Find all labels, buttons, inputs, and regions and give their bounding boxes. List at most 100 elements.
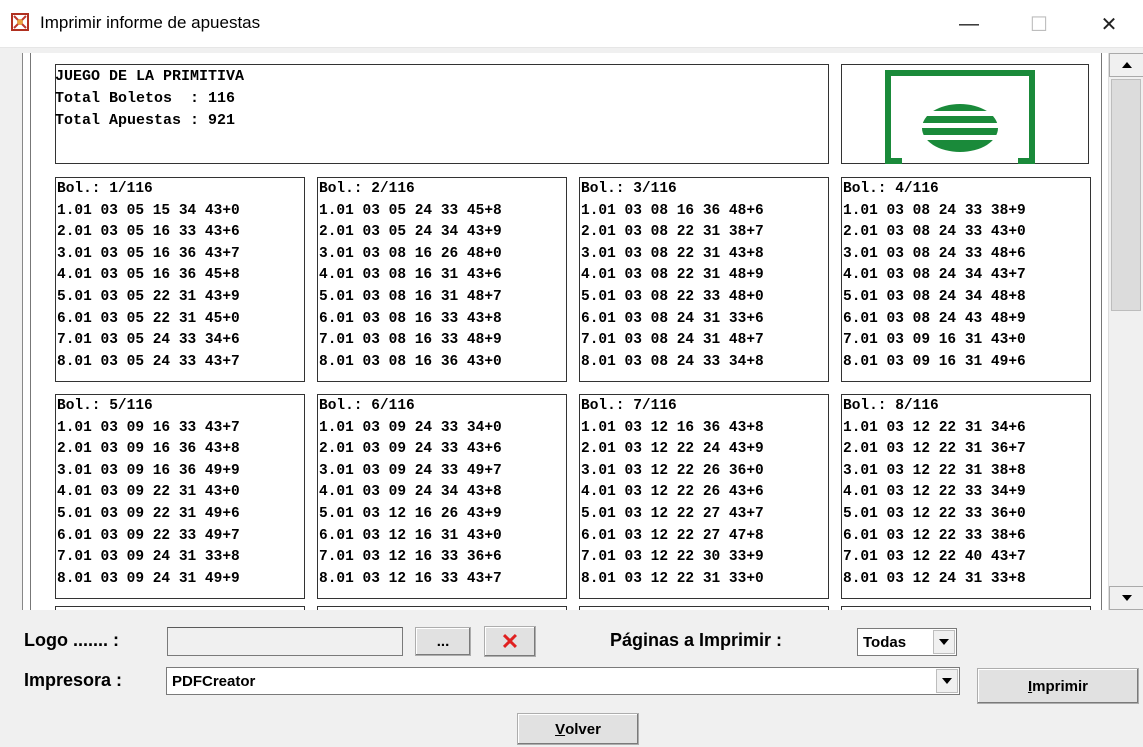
logo-path-input[interactable] bbox=[167, 627, 403, 656]
report-preview[interactable]: JUEGO DE LA PRIMITIVA Total Boletos : 11… bbox=[22, 53, 1142, 610]
apuesta-line: 2.01 03 12 22 24 43+9 bbox=[581, 441, 764, 458]
apuesta-line: 3.01 03 08 22 31 43+8 bbox=[581, 245, 764, 262]
apuesta-line: 1.01 03 12 22 31 34+6 bbox=[843, 419, 1026, 436]
apuesta-line: 1.01 03 12 16 36 43+8 bbox=[581, 419, 764, 436]
boleto-title: Bol.: 5/116 bbox=[57, 398, 153, 414]
apuesta-line: 7.01 03 12 22 30 33+9 bbox=[581, 549, 764, 566]
print-button[interactable]: Imprimir bbox=[977, 668, 1139, 704]
scroll-down-button[interactable] bbox=[1109, 586, 1143, 610]
apuesta-line: 1.01 03 09 24 33 34+0 bbox=[319, 419, 502, 436]
boleto-title: Bol.: 7/116 bbox=[581, 398, 677, 414]
boleto-title: Bol.: 6/116 bbox=[319, 398, 415, 414]
scrollbar-thumb[interactable] bbox=[1111, 79, 1141, 311]
apuesta-line: 5.01 03 12 16 26 43+9 bbox=[319, 505, 502, 522]
scroll-up-button[interactable] bbox=[1109, 53, 1143, 77]
apuesta-line: 1.01 03 08 16 36 48+6 bbox=[581, 202, 764, 219]
apuesta-line: 5.01 03 05 22 31 43+9 bbox=[57, 288, 240, 305]
apuesta-line: 2.01 03 05 24 34 43+9 bbox=[319, 224, 502, 241]
apuesta-line: 4.01 03 09 22 31 43+0 bbox=[57, 484, 240, 501]
print-options-panel: Logo ....... : ... ✕ Páginas a Imprimir … bbox=[0, 610, 1143, 747]
boleto-card: Bol.: 8/116 1.01 03 12 22 31 34+6 2.01 0… bbox=[841, 394, 1091, 599]
boleto-card: Bol.: 7/116 1.01 03 12 16 36 43+8 2.01 0… bbox=[579, 394, 829, 599]
boleto-card: Bol.: 2/116 1.01 03 05 24 33 45+8 2.01 0… bbox=[317, 177, 567, 382]
maximize-button[interactable]: ☐ bbox=[1010, 0, 1068, 48]
page-border-left bbox=[30, 53, 31, 610]
apuesta-line: 7.01 03 08 24 31 48+7 bbox=[581, 332, 764, 349]
apuesta-line: 6.01 03 05 22 31 45+0 bbox=[57, 310, 240, 327]
apuesta-line: 1.01 03 08 24 33 38+9 bbox=[843, 202, 1026, 219]
chevron-down-icon bbox=[933, 630, 955, 654]
apuesta-line: 7.01 03 08 16 33 48+9 bbox=[319, 332, 502, 349]
apuesta-line: 5.01 03 12 22 33 36+0 bbox=[843, 505, 1026, 522]
print-button-label: mprimir bbox=[1032, 677, 1089, 695]
apuesta-line: 4.01 03 09 24 34 43+8 bbox=[319, 484, 502, 501]
apuesta-line: 4.01 03 08 16 31 43+6 bbox=[319, 267, 502, 284]
printer-label: Impresora : bbox=[24, 670, 123, 690]
pages-select-value: Todas bbox=[863, 634, 907, 651]
apuesta-line: 7.01 03 12 16 33 36+6 bbox=[319, 549, 502, 566]
apuesta-line: 7.01 03 05 24 33 34+6 bbox=[57, 332, 240, 349]
boleto-card: Bol.: 5/116 1.01 03 09 16 33 43+7 2.01 0… bbox=[55, 394, 305, 599]
scroll-up-arrow-icon bbox=[1121, 62, 1132, 68]
apuesta-line: 3.01 03 12 22 31 38+8 bbox=[843, 462, 1026, 479]
header-line-total-boletos: Total Boletos : 116 bbox=[55, 90, 236, 107]
boleto-card: Bol.: 4/116 1.01 03 08 24 33 38+9 2.01 0… bbox=[841, 177, 1091, 382]
boleto-title: Bol.: 4/116 bbox=[843, 181, 939, 197]
logo-label: Logo ....... : bbox=[24, 630, 119, 650]
close-button[interactable]: ✕ bbox=[1080, 0, 1138, 48]
pages-select[interactable]: Todas bbox=[857, 628, 957, 656]
apuesta-line: 4.01 03 08 24 34 43+7 bbox=[843, 267, 1026, 284]
apuesta-line: 6.01 03 08 16 33 43+8 bbox=[319, 310, 502, 327]
apuesta-line: 8.01 03 08 24 33 34+8 bbox=[581, 353, 764, 370]
apuesta-line: 2.01 03 09 24 33 43+6 bbox=[319, 441, 502, 458]
apuesta-line: 1.01 03 05 15 34 43+0 bbox=[57, 202, 240, 219]
back-button[interactable]: Volver bbox=[517, 713, 639, 745]
boleto-card: Bol.: 6/116 1.01 03 09 24 33 34+0 2.01 0… bbox=[317, 394, 567, 599]
apuesta-line: 6.01 03 12 22 27 47+8 bbox=[581, 527, 764, 544]
browse-logo-button[interactable]: ... bbox=[415, 627, 471, 656]
boleto-title: Bol.: 1/116 bbox=[57, 181, 153, 197]
chevron-down-icon bbox=[936, 669, 958, 693]
apuesta-line: 8.01 03 12 16 33 43+7 bbox=[319, 570, 502, 587]
minimize-button[interactable]: — bbox=[940, 0, 998, 48]
apuesta-line: 2.01 03 08 24 33 43+0 bbox=[843, 224, 1026, 241]
scroll-down-arrow-icon bbox=[1121, 595, 1132, 601]
apuesta-line: 3.01 03 09 24 33 49+7 bbox=[319, 462, 502, 479]
apuesta-line: 8.01 03 12 22 31 33+0 bbox=[581, 570, 764, 587]
header-line-total-apuestas: Total Apuestas : 921 bbox=[55, 112, 236, 129]
app-icon bbox=[11, 13, 29, 31]
apuesta-line: 8.01 03 09 16 31 49+6 bbox=[843, 353, 1026, 370]
clear-red-x-icon: ✕ bbox=[500, 628, 520, 654]
title-bar: Imprimir informe de apuestas — ☐ ✕ bbox=[0, 0, 1143, 48]
apuesta-line: 7.01 03 09 16 31 43+0 bbox=[843, 332, 1026, 349]
apuesta-line: 3.01 03 08 16 26 48+0 bbox=[319, 245, 502, 262]
apuesta-line: 8.01 03 09 24 31 49+9 bbox=[57, 570, 240, 587]
apuesta-line: 1.01 03 09 16 33 43+7 bbox=[57, 419, 240, 436]
boleto-title: Bol.: 2/116 bbox=[319, 181, 415, 197]
apuesta-line: 2.01 03 08 22 31 38+7 bbox=[581, 224, 764, 241]
apuesta-line: 3.01 03 09 16 36 49+9 bbox=[57, 462, 240, 479]
vertical-scrollbar[interactable] bbox=[1108, 53, 1143, 610]
printer-select[interactable]: PDFCreator bbox=[166, 667, 960, 695]
apuesta-line: 3.01 03 05 16 36 43+7 bbox=[57, 245, 240, 262]
clear-logo-button[interactable]: ✕ bbox=[484, 626, 536, 657]
apuesta-line: 4.01 03 12 22 26 43+6 bbox=[581, 484, 764, 501]
page-border-right bbox=[1101, 53, 1102, 610]
apuesta-line: 4.01 03 08 22 31 48+9 bbox=[581, 267, 764, 284]
window-title: Imprimir informe de apuestas bbox=[40, 13, 261, 32]
back-button-label: olver bbox=[565, 720, 601, 738]
report-header: JUEGO DE LA PRIMITIVA Total Boletos : 11… bbox=[55, 64, 829, 164]
lottery-logo-icon bbox=[885, 70, 1035, 164]
apuesta-line: 2.01 03 05 16 33 43+6 bbox=[57, 224, 240, 241]
boleto-title: Bol.: 8/116 bbox=[843, 398, 939, 414]
apuesta-line: 5.01 03 08 22 33 48+0 bbox=[581, 288, 764, 305]
printer-select-value: PDFCreator bbox=[172, 673, 256, 690]
apuesta-line: 3.01 03 12 22 26 36+0 bbox=[581, 462, 764, 479]
header-line-game: JUEGO DE LA PRIMITIVA bbox=[55, 68, 245, 85]
apuesta-line: 5.01 03 08 24 34 48+8 bbox=[843, 288, 1026, 305]
apuesta-line: 8.01 03 08 16 36 43+0 bbox=[319, 353, 502, 370]
apuesta-line: 6.01 03 08 24 43 48+9 bbox=[843, 310, 1026, 327]
apuesta-line: 5.01 03 08 16 31 48+7 bbox=[319, 288, 502, 305]
apuesta-line: 5.01 03 12 22 27 43+7 bbox=[581, 505, 764, 522]
boleto-card: Bol.: 3/116 1.01 03 08 16 36 48+6 2.01 0… bbox=[579, 177, 829, 382]
